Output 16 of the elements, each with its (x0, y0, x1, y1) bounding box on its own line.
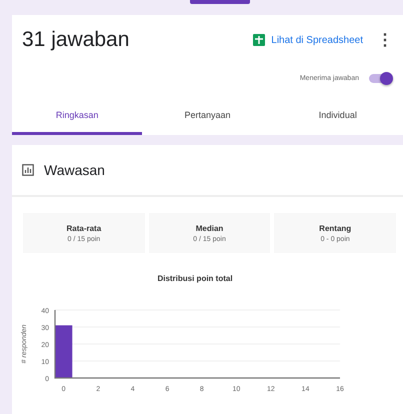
more-menu-button[interactable]: ⋮ (377, 30, 393, 50)
stat-label: Median (196, 224, 224, 232)
stat-label: Rata-rata (66, 224, 102, 232)
histogram-bar (55, 325, 72, 378)
bar-chart-icon (22, 164, 34, 176)
stat-label: Rentang (319, 224, 352, 232)
section-title: Wawasan (44, 162, 105, 178)
view-spreadsheet-link[interactable]: Lihat di Spreadsheet (253, 34, 363, 46)
accepting-responses-toggle[interactable] (369, 74, 391, 82)
spreadsheet-icon (253, 34, 266, 46)
tab[interactable]: Ringkasan (12, 101, 142, 135)
chart-title: Distribusi poin total (157, 274, 233, 283)
response-count-title: 31 jawaban (22, 28, 130, 52)
progress-indicator (190, 0, 250, 4)
tab[interactable]: Pertanyaan (142, 101, 273, 135)
tab[interactable]: Individual (272, 101, 403, 135)
